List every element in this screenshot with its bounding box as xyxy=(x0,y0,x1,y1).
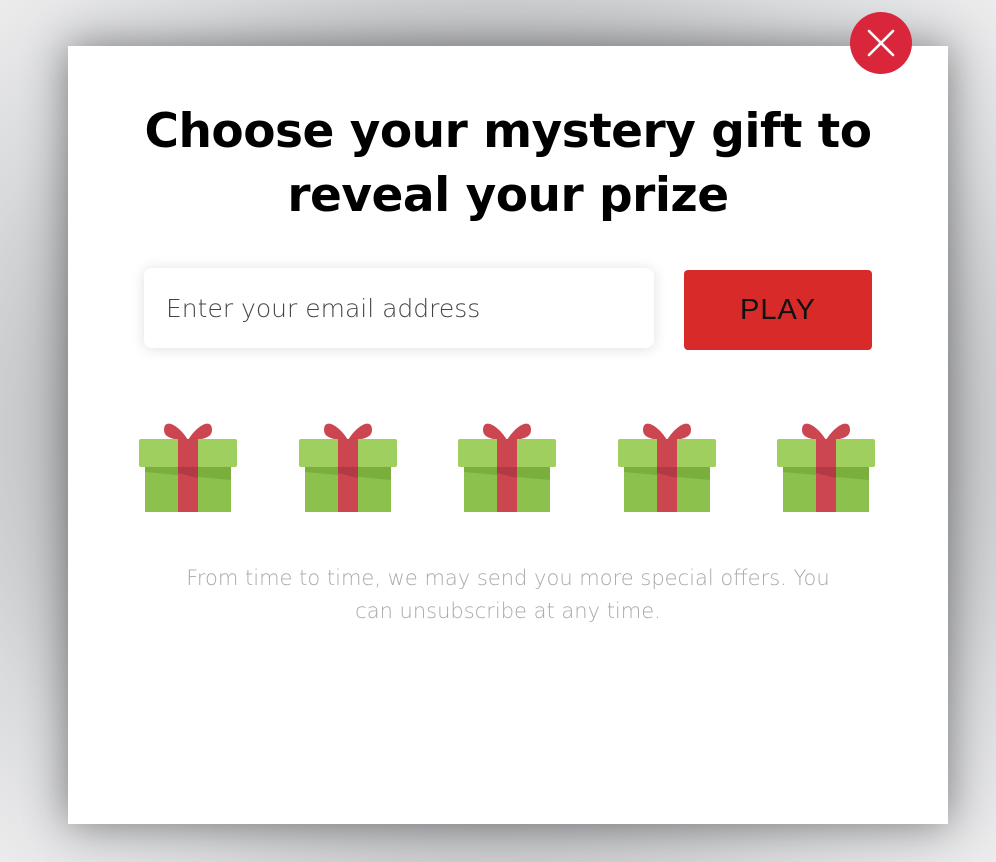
gift-box-2[interactable] xyxy=(298,420,398,514)
modal-title-line-2: reveal your prize xyxy=(287,168,729,223)
email-input[interactable] xyxy=(144,268,654,348)
close-icon xyxy=(867,29,895,57)
gift-box-1[interactable] xyxy=(138,420,238,514)
gift-box-3[interactable] xyxy=(457,420,557,514)
gift-box-icon xyxy=(299,423,397,512)
gift-box-icon xyxy=(139,423,237,512)
gift-box-5[interactable] xyxy=(776,420,876,514)
gift-box-icon xyxy=(618,423,716,512)
gift-box-icon xyxy=(777,423,875,512)
gift-box-4[interactable] xyxy=(617,420,717,514)
play-button[interactable]: PLAY xyxy=(684,270,872,350)
modal-title: Choose your mystery gift to reveal your … xyxy=(68,100,948,228)
gift-box-icon xyxy=(458,423,556,512)
close-button[interactable] xyxy=(850,12,912,74)
modal-title-line-1: Choose your mystery gift to xyxy=(144,104,872,159)
disclaimer-text: From time to time, we may send you more … xyxy=(186,566,830,623)
gift-row xyxy=(68,420,948,516)
prize-modal: Choose your mystery gift to reveal your … xyxy=(68,46,948,824)
